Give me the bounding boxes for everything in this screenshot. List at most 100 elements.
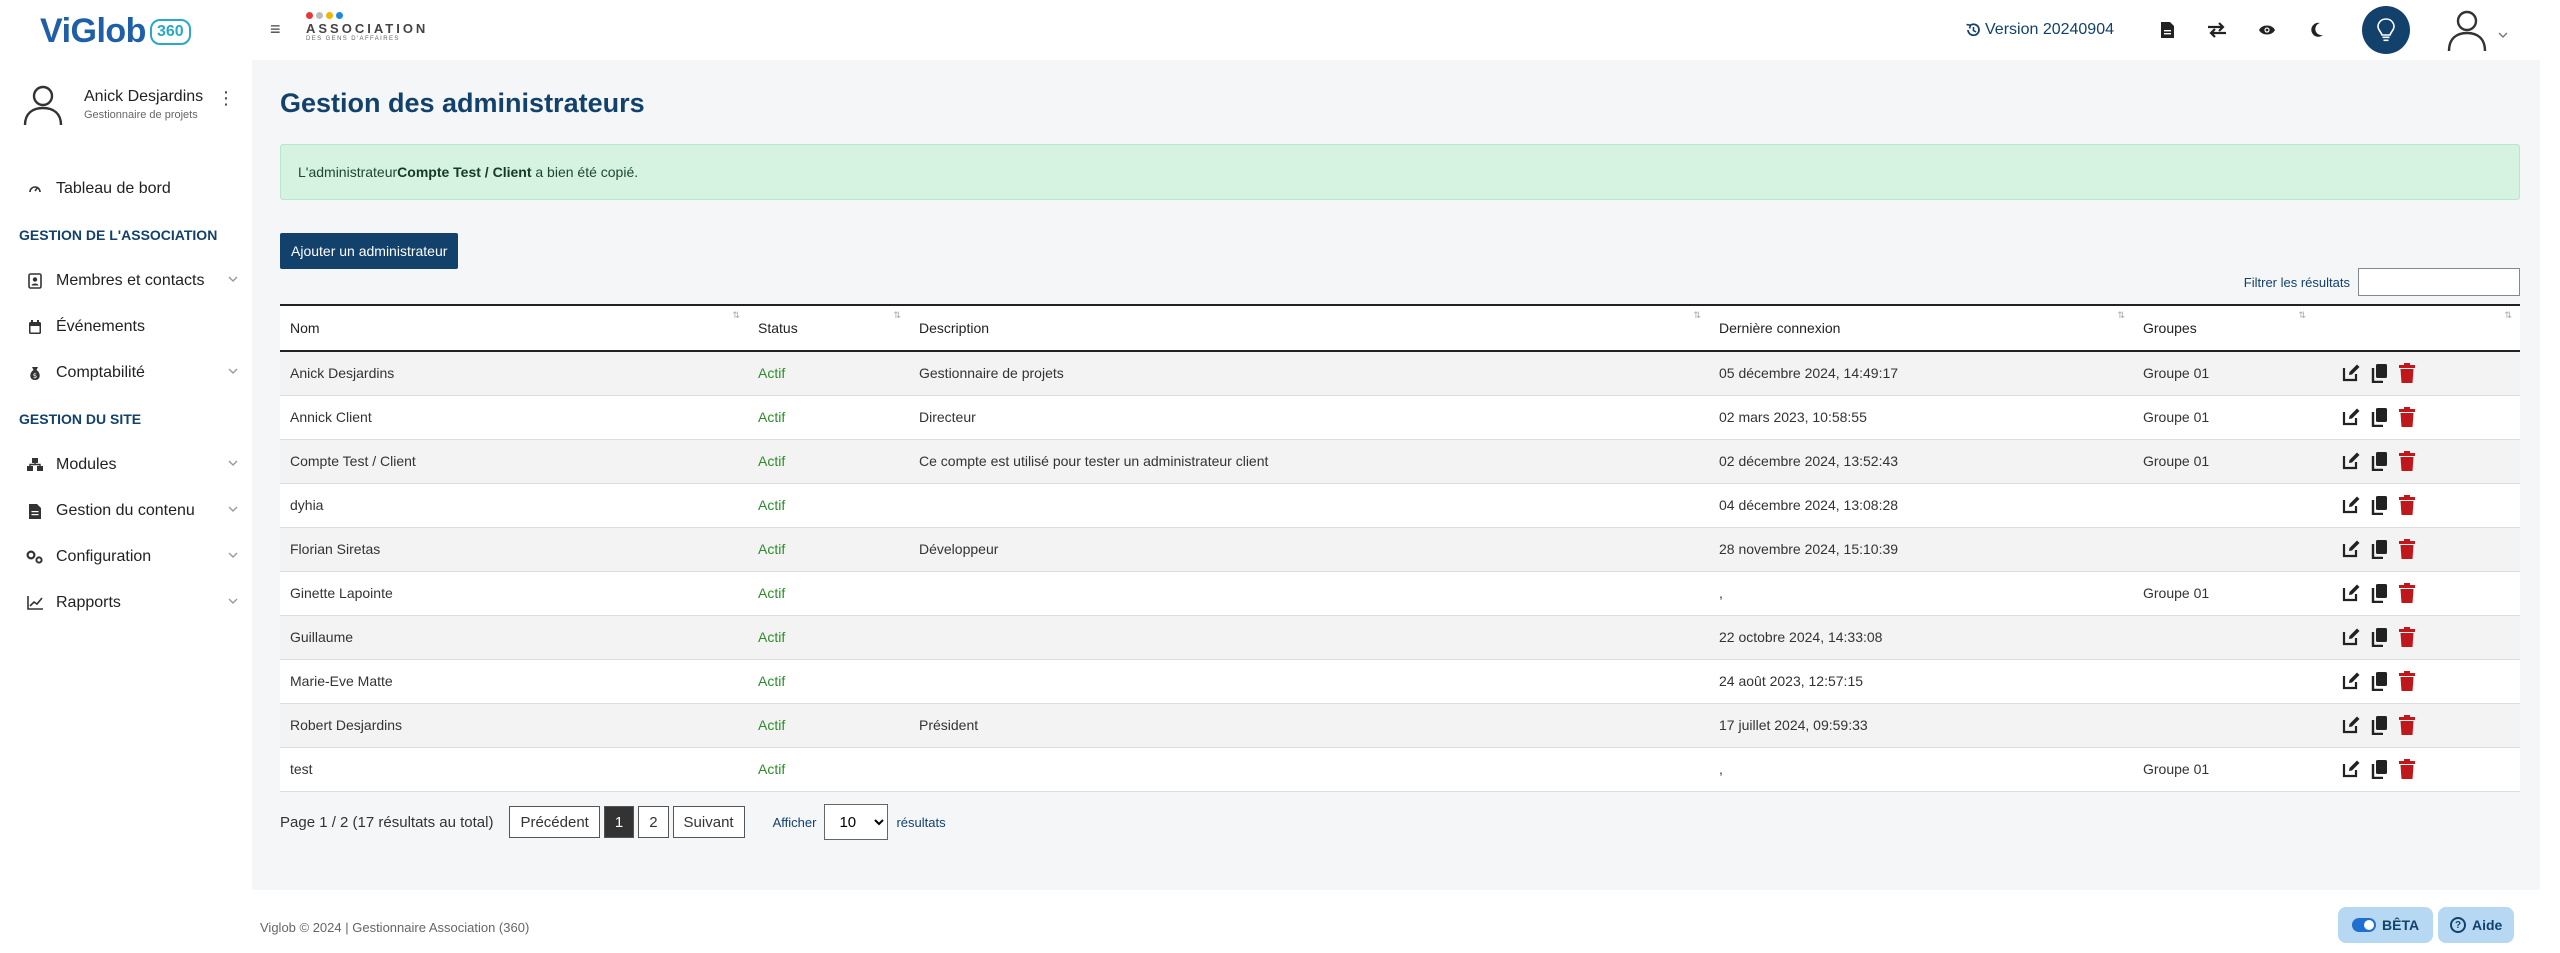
copy-icon[interactable] — [2366, 712, 2392, 738]
trash-icon[interactable] — [2394, 404, 2420, 430]
chevron-down-icon — [2498, 32, 2508, 38]
user-profile: Anick Desjardins Gestionnaire de projets… — [20, 74, 235, 134]
trash-icon[interactable] — [2394, 580, 2420, 606]
copy-icon[interactable] — [2366, 360, 2392, 386]
cell-nom: Robert Desjardins — [280, 703, 748, 748]
alert-admin-name: Compte Test / Client — [397, 164, 532, 180]
help-label: Aide — [2472, 917, 2503, 933]
user-kebab-menu-icon[interactable]: ⋮ — [217, 88, 235, 109]
pagination-info: Page 1 / 2 (17 résultats au total) — [280, 813, 494, 831]
edit-icon[interactable] — [2338, 580, 2364, 606]
copy-icon[interactable] — [2366, 756, 2392, 782]
section-association: GESTION DE L'ASSOCIATION — [19, 227, 218, 243]
menu-icon[interactable]: ≡ — [270, 19, 281, 40]
account-menu[interactable] — [2444, 7, 2508, 53]
sidebar-item-accounting[interactable]: $ Comptabilité — [0, 350, 252, 396]
column-header-status[interactable]: Status ⇅ — [748, 304, 909, 352]
table-row: Ginette Lapointe Actif, Groupe 01 — [280, 571, 2520, 616]
chevron-down-icon — [228, 552, 238, 558]
previous-page-button[interactable]: Précédent — [509, 806, 600, 838]
cell-actions — [2314, 703, 2520, 748]
sidebar-item-events[interactable]: Événements — [0, 304, 252, 350]
cell-connexion: 04 décembre 2024, 13:08:28 — [1709, 483, 2133, 528]
chevron-down-icon — [228, 506, 238, 512]
edit-icon[interactable] — [2338, 756, 2364, 782]
edit-icon[interactable] — [2338, 492, 2364, 518]
edit-icon[interactable] — [2338, 448, 2364, 474]
cell-description: Directeur — [909, 395, 1709, 440]
copy-icon[interactable] — [2366, 536, 2392, 562]
cell-description — [909, 659, 1709, 704]
logo-text: ViGlob — [40, 12, 146, 50]
sidebar-item-members[interactable]: Membres et contacts — [0, 258, 252, 304]
copy-icon[interactable] — [2366, 404, 2392, 430]
section-site: GESTION DU SITE — [19, 411, 142, 427]
cell-groupes — [2133, 527, 2314, 572]
idea-icon[interactable] — [2362, 6, 2410, 54]
reports-icon — [26, 594, 44, 612]
trash-icon[interactable] — [2394, 668, 2420, 694]
help-button[interactable]: ? Aide — [2438, 907, 2515, 943]
page-2-button[interactable]: 2 — [638, 806, 669, 838]
history-icon — [1966, 23, 1980, 37]
cell-groupes — [2133, 659, 2314, 704]
moon-icon[interactable] — [2306, 19, 2328, 41]
sidebar-item-content[interactable]: Gestion du contenu — [0, 488, 252, 534]
cell-groupes — [2133, 483, 2314, 528]
filter-input[interactable] — [2358, 268, 2520, 296]
cell-status: Actif — [748, 439, 909, 484]
add-admin-button[interactable]: Ajouter un administrateur — [280, 233, 459, 269]
sidebar-item-configuration[interactable]: Configuration — [0, 534, 252, 580]
column-header-nom[interactable]: Nom ⇅ — [280, 304, 748, 352]
sidebar-item-label: Événements — [56, 318, 145, 335]
page-1-button[interactable]: 1 — [603, 806, 635, 838]
next-page-button[interactable]: Suivant — [672, 806, 745, 838]
edit-icon[interactable] — [2338, 536, 2364, 562]
version-link[interactable]: Version 20240904 — [1965, 21, 2114, 39]
document-icon[interactable] — [2156, 19, 2178, 41]
edit-icon[interactable] — [2338, 624, 2364, 650]
eye-icon[interactable] — [2256, 19, 2278, 41]
column-header-actions: ⇅ — [2314, 304, 2520, 352]
trash-icon[interactable] — [2394, 448, 2420, 474]
trash-icon[interactable] — [2394, 536, 2420, 562]
trash-icon[interactable] — [2394, 492, 2420, 518]
viglob-logo[interactable]: ViGlob 360 — [40, 12, 191, 51]
trash-icon[interactable] — [2394, 624, 2420, 650]
edit-icon[interactable] — [2338, 360, 2364, 386]
sidebar-item-reports[interactable]: Rapports — [0, 580, 252, 626]
column-header-description[interactable]: Description ⇅ — [909, 304, 1709, 352]
copy-icon[interactable] — [2366, 668, 2392, 694]
sidebar-item-dashboard[interactable]: Tableau de bord — [0, 166, 252, 212]
cell-connexion: 02 décembre 2024, 13:52:43 — [1709, 439, 2133, 484]
copy-icon[interactable] — [2366, 624, 2392, 650]
filter-results: Filtrer les résultats — [2244, 268, 2520, 296]
sidebar-item-label: Comptabilité — [56, 364, 145, 381]
pagination: Page 1 / 2 (17 résultats au total) Précé… — [280, 804, 946, 840]
config-icon — [26, 548, 44, 566]
page-size-select[interactable]: 10 — [824, 804, 889, 840]
copy-icon[interactable] — [2366, 492, 2392, 518]
column-header-derniere-connexion[interactable]: Dernière connexion ⇅ — [1709, 304, 2133, 352]
edit-icon[interactable] — [2338, 712, 2364, 738]
trash-icon[interactable] — [2394, 360, 2420, 386]
column-header-groupes[interactable]: Groupes ⇅ — [2133, 304, 2314, 352]
exchange-icon[interactable] — [2206, 19, 2228, 41]
association-logo[interactable]: ASSOCIATION DES GENS D'AFFAIRES — [306, 12, 428, 42]
trash-icon[interactable] — [2394, 712, 2420, 738]
cell-groupes: Groupe 01 — [2133, 747, 2314, 792]
edit-icon[interactable] — [2338, 404, 2364, 430]
sidebar-item-modules[interactable]: Modules — [0, 442, 252, 488]
cell-actions — [2314, 395, 2520, 440]
cell-status: Actif — [748, 483, 909, 528]
alert-prefix: L'administrateur — [298, 164, 398, 180]
cell-connexion: 22 octobre 2024, 14:33:08 — [1709, 615, 2133, 660]
toggle-icon — [2352, 918, 2376, 932]
chevron-down-icon — [228, 598, 238, 604]
trash-icon[interactable] — [2394, 756, 2420, 782]
copy-icon[interactable] — [2366, 580, 2392, 606]
copy-icon[interactable] — [2366, 448, 2392, 474]
edit-icon[interactable] — [2338, 668, 2364, 694]
sidebar-item-label: Tableau de bord — [56, 180, 171, 197]
beta-toggle-button[interactable]: BÊTA — [2338, 907, 2434, 943]
